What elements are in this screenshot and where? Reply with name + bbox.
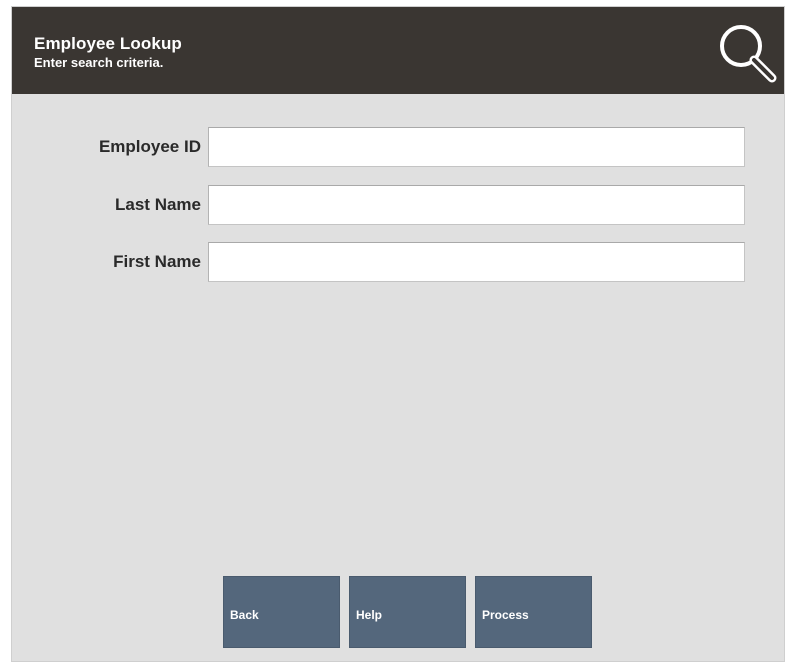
page-subtitle: Enter search criteria.	[34, 55, 164, 70]
search-icon	[720, 25, 777, 83]
first-name-label: First Name	[113, 252, 201, 271]
first-name-input[interactable]	[208, 242, 745, 282]
employee-id-input[interactable]	[208, 127, 745, 167]
first-name-row: First Name	[12, 242, 784, 282]
page-title: Employee Lookup	[34, 34, 182, 53]
last-name-input[interactable]	[208, 185, 745, 225]
employee-id-label: Employee ID	[98, 137, 201, 156]
process-button[interactable]: Process	[475, 576, 592, 648]
back-button[interactable]: Back	[223, 576, 340, 648]
last-name-row: Last Name	[12, 185, 784, 225]
employee-id-row: Employee ID	[12, 127, 784, 167]
help-button[interactable]: Help	[349, 576, 466, 648]
header-bar: Employee Lookup Enter search criteria.	[12, 7, 784, 94]
last-name-label: Last Name	[115, 195, 201, 214]
lookup-panel: Employee Lookup Enter search criteria. E…	[11, 6, 785, 662]
